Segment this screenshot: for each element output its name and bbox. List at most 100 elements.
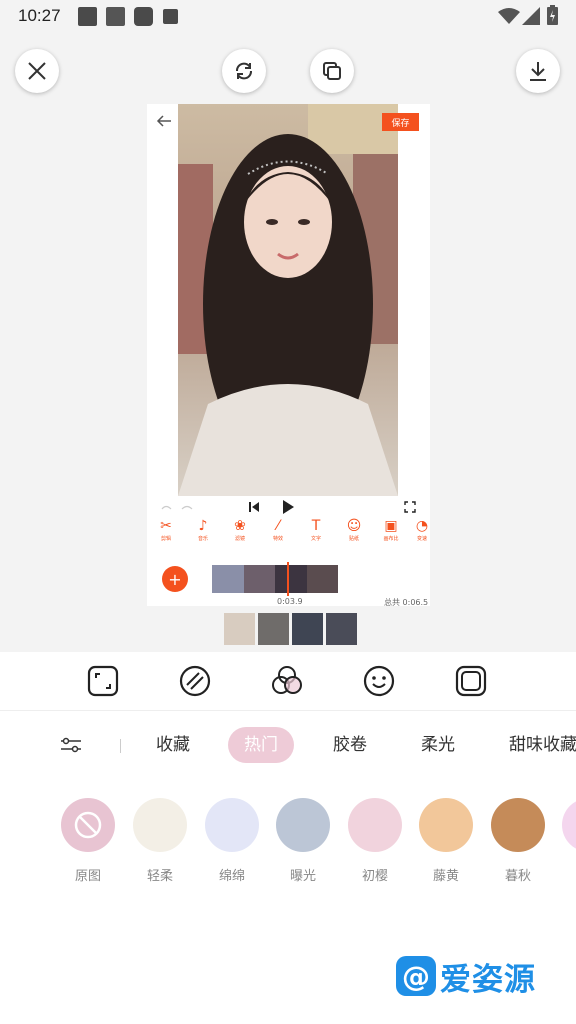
tab-soft-light[interactable]: 柔光: [421, 727, 455, 763]
frame-thumbnail[interactable]: [326, 613, 357, 645]
sticker-tool[interactable]: [362, 664, 396, 698]
filter-icon: ❀: [234, 518, 246, 534]
divider: [120, 739, 121, 753]
status-bar: 10:27: [0, 0, 576, 32]
filter-swatch: [205, 798, 259, 852]
wifi-icon: [498, 8, 520, 24]
filter-tool[interactable]: [270, 664, 304, 698]
filter-item[interactable]: 绵绵: [204, 798, 260, 884]
filter-item[interactable]: 曝光: [275, 798, 331, 884]
filter-swatch: [491, 798, 545, 852]
crop-icon: [87, 665, 119, 697]
filter-list: 原图 轻柔 绵绵 曝光 初樱 藤黄 暮秋: [0, 798, 576, 888]
skip-start-icon[interactable]: [248, 501, 260, 513]
filter-label: 初樱: [361, 869, 388, 884]
filter-swatch: [562, 798, 576, 852]
tab-popular[interactable]: 热门: [228, 727, 294, 763]
mini-tool-sticker[interactable]: ☺ 贴纸: [342, 518, 366, 542]
watermark: @ 爱姿源: [396, 954, 536, 998]
plus-icon: +: [168, 569, 182, 589]
rotate-icon: [236, 62, 252, 80]
scissors-icon: ✂: [160, 518, 172, 534]
notification-icon: [78, 7, 97, 26]
mini-tool-cut[interactable]: ✂ 剪辑: [154, 518, 178, 542]
total-time: 总共 0:06.5: [384, 598, 429, 607]
download-icon: [530, 62, 546, 81]
filter-label: 暮秋: [504, 869, 531, 884]
timeline-frame: [243, 565, 275, 593]
mini-tool-canvas[interactable]: ▣ 画布比: [379, 518, 403, 542]
font-icon: [163, 9, 178, 24]
filter-label: 藤黄: [432, 869, 459, 884]
music-note-icon: ♪: [198, 518, 208, 534]
photo: [178, 104, 398, 496]
filter-swatch: [419, 798, 473, 852]
mini-tool-text[interactable]: T 文字: [304, 518, 328, 542]
frame-thumbnail[interactable]: [258, 613, 289, 645]
filter-label: 原图: [74, 869, 101, 884]
mini-tool-music[interactable]: ♪ 音乐: [191, 518, 215, 542]
frame-tool[interactable]: [454, 664, 488, 698]
frame-thumbnail[interactable]: [224, 613, 255, 645]
filter-item[interactable]: 暮秋: [490, 798, 546, 884]
back-arrow-icon[interactable]: [156, 114, 172, 128]
filter-icon: [272, 666, 302, 694]
portrait-image: [178, 104, 398, 496]
no-filter-icon: [74, 811, 102, 839]
rotate-button[interactable]: [222, 49, 266, 93]
save-button[interactable]: 保存: [382, 113, 419, 131]
filter-item[interactable]: 初樱: [347, 798, 403, 884]
close-button[interactable]: [15, 49, 59, 93]
add-clip-button[interactable]: +: [162, 566, 188, 592]
playhead[interactable]: [287, 562, 289, 596]
filter-swatch: [348, 798, 402, 852]
duplicate-button[interactable]: [310, 49, 354, 93]
timeline-frame: [212, 565, 244, 593]
sticker-icon: ☺: [346, 518, 362, 534]
frame-thumbnails: [224, 613, 358, 645]
filter-label: 轻柔: [146, 869, 173, 884]
tab-favorites[interactable]: 收藏: [156, 727, 190, 763]
play-icon[interactable]: [281, 499, 295, 515]
mini-tool-effects[interactable]: ⁄ 特效: [266, 518, 290, 542]
tab-sweet[interactable]: 甜味收藏: [509, 727, 576, 763]
fullscreen-icon[interactable]: [404, 501, 416, 513]
filter-label: 曝光: [289, 869, 316, 884]
speed-icon: ◔: [415, 518, 429, 534]
filter-category-tabs: 收藏 热门 胶卷 柔光 甜味收藏: [0, 724, 576, 768]
filter-item-original[interactable]: 原图: [60, 798, 116, 884]
filter-label: 绵绵: [218, 869, 245, 884]
canvas-icon: ▣: [384, 518, 398, 534]
filter-item-partial[interactable]: [562, 798, 576, 852]
copy-icon: [323, 62, 341, 80]
close-icon: [28, 62, 46, 80]
preview-toolbar: ✂ 剪辑 ♪ 音乐 ❀ 滤镜 ⁄ 特效 T 文字 ☺ 贴纸 ▣ 画布比 ◔ 变速: [150, 518, 430, 554]
edit-toolbar: [0, 652, 576, 711]
download-button[interactable]: [516, 49, 560, 93]
mini-tool-filter[interactable]: ❀ 滤镜: [228, 518, 252, 542]
magic-wand-icon: ⁄: [276, 518, 280, 534]
settings-sliders-icon[interactable]: [60, 736, 82, 754]
timeline-frame: [275, 565, 307, 593]
timeline-frame: [306, 565, 338, 593]
battery-icon: [547, 5, 558, 25]
watermark-text: 爱姿源: [440, 961, 536, 998]
frame-icon: [455, 665, 487, 697]
filter-item[interactable]: 轻柔: [132, 798, 188, 884]
filter-swatch: [133, 798, 187, 852]
frame-thumbnail[interactable]: [292, 613, 323, 645]
current-time: 0:03.9: [277, 597, 303, 606]
timeline-strip[interactable]: [212, 565, 338, 593]
adjust-icon: [179, 665, 211, 697]
text-icon: T: [311, 518, 321, 534]
filter-item[interactable]: 藤黄: [418, 798, 474, 884]
signal-icon: [522, 7, 540, 25]
app-icon: [134, 7, 153, 26]
undo-redo-icon[interactable]: [160, 503, 194, 513]
tab-film[interactable]: 胶卷: [333, 727, 367, 763]
smiley-icon: [363, 665, 395, 697]
adjust-tool[interactable]: [178, 664, 212, 698]
filter-swatch: [61, 798, 115, 852]
crop-tool[interactable]: [86, 664, 120, 698]
mini-tool-speed[interactable]: ◔ 变速: [414, 518, 430, 542]
